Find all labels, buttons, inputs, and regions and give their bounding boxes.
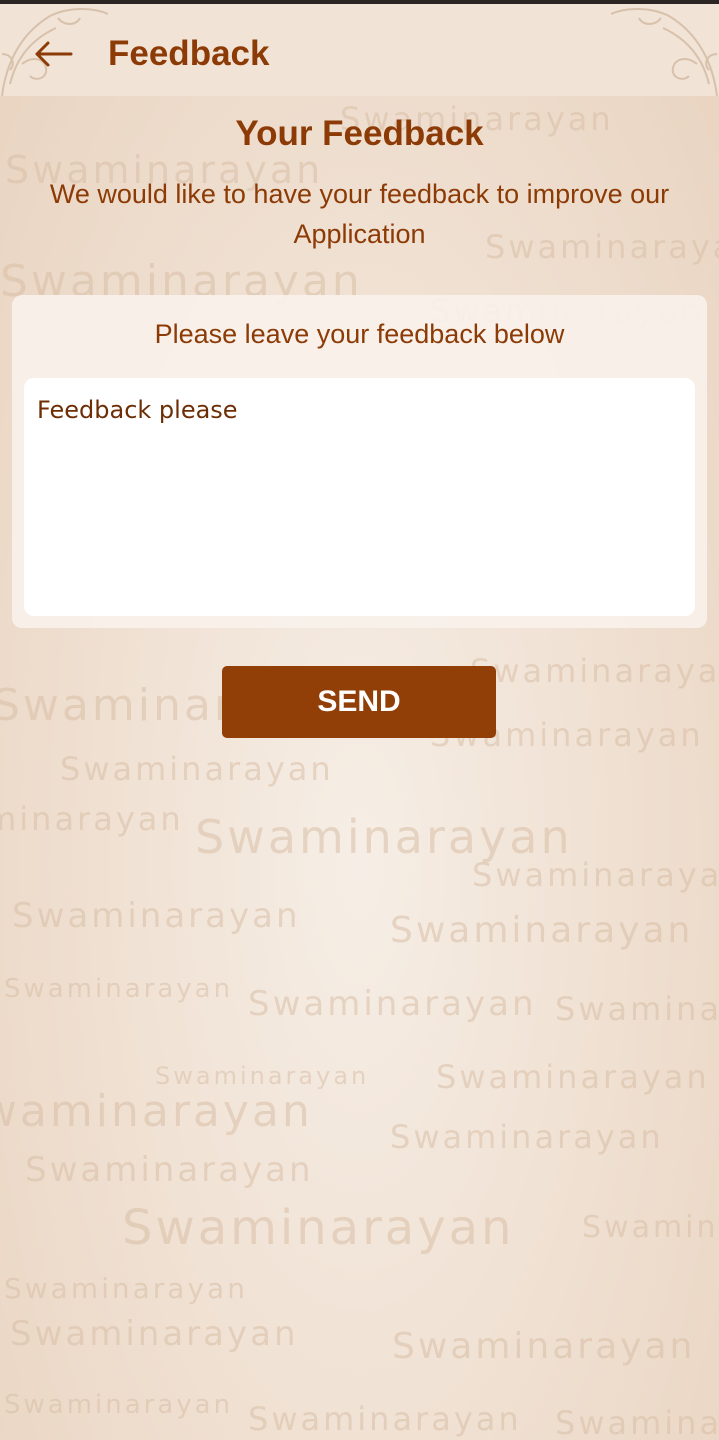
watermark-text: Swaminarayan: [555, 1404, 719, 1440]
feedback-instructions: Please leave your feedback below: [154, 319, 565, 349]
watermark-text: Swaminarayan: [470, 652, 719, 690]
send-button[interactable]: SEND: [222, 666, 496, 738]
watermark-text: Swaminarayan: [155, 1062, 370, 1090]
watermark-text: Swaminarayan: [25, 1150, 314, 1190]
watermark-text: Swaminarayan: [4, 1272, 248, 1305]
watermark-text: Swaminarayan: [0, 800, 184, 838]
watermark-text: Swaminarayan: [555, 990, 719, 1028]
feedback-subtitle: We would like to have your feedback to i…: [49, 179, 670, 249]
watermark-text: Swaminarayan: [10, 1314, 299, 1354]
ornament-icon: [610, 8, 718, 97]
app-header: Feedback: [0, 4, 719, 97]
watermark-text: Swaminarayan: [248, 984, 537, 1024]
back-button[interactable]: [30, 34, 76, 74]
watermark-text: Swaminarayan: [0, 1086, 313, 1137]
watermark-text: Swaminarayan: [195, 810, 573, 864]
watermark-text: Swaminarayan: [390, 910, 694, 951]
watermark-text: Swaminarayan: [436, 1058, 710, 1096]
feedback-card: Please leave your feedback below Feedbac…: [12, 295, 707, 628]
watermark-text: Swaminarayan: [4, 974, 234, 1004]
feedback-input[interactable]: Feedback please: [24, 378, 695, 616]
watermark-text: Swaminarayan: [122, 1200, 515, 1256]
watermark-text: Swaminarayan: [472, 856, 719, 894]
watermark-text: Swaminarayan: [248, 1400, 522, 1438]
page-title: Feedback: [108, 34, 270, 73]
feedback-title: Your Feedback: [235, 114, 484, 153]
watermark-text: Swaminarayan: [582, 1210, 719, 1245]
arrow-left-icon: [35, 41, 73, 67]
watermark-text: Swaminarayan: [4, 1390, 234, 1420]
watermark-text: Swaminarayan: [392, 1326, 696, 1367]
watermark-text: Swaminarayan: [12, 896, 301, 936]
watermark-text: Swaminarayan: [390, 1118, 664, 1156]
watermark-text: Swaminarayan: [60, 750, 334, 788]
